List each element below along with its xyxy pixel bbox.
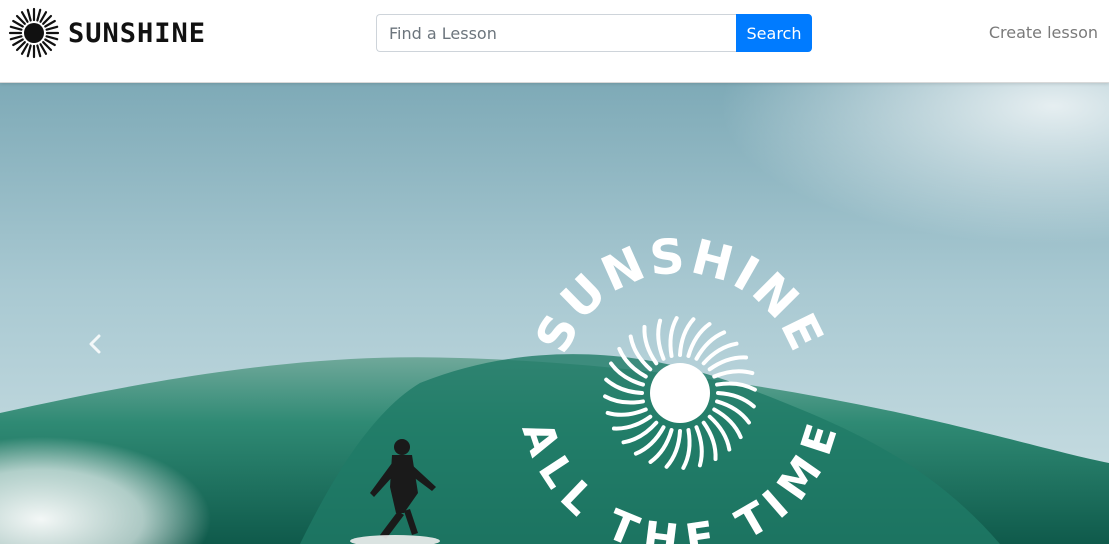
create-lesson-link[interactable]: Create lesson	[989, 23, 1098, 42]
search-form: Search	[376, 14, 812, 52]
brand-logo-link[interactable]: SUNSHINE	[8, 7, 206, 59]
chevron-left-icon	[89, 334, 101, 354]
carousel-prev-button[interactable]	[80, 329, 110, 359]
hero-carousel: SUNSHINE ALL THE TIME	[0, 83, 1109, 544]
search-button[interactable]: Search	[736, 14, 812, 52]
brand-name: SUNSHINE	[68, 17, 207, 49]
navbar: SUNSHINE Search Create lesson	[0, 0, 1109, 83]
sunburst-icon	[8, 7, 60, 59]
search-input[interactable]	[376, 14, 736, 52]
sunshine-badge-logo: SUNSHINE ALL THE TIME	[520, 233, 840, 544]
